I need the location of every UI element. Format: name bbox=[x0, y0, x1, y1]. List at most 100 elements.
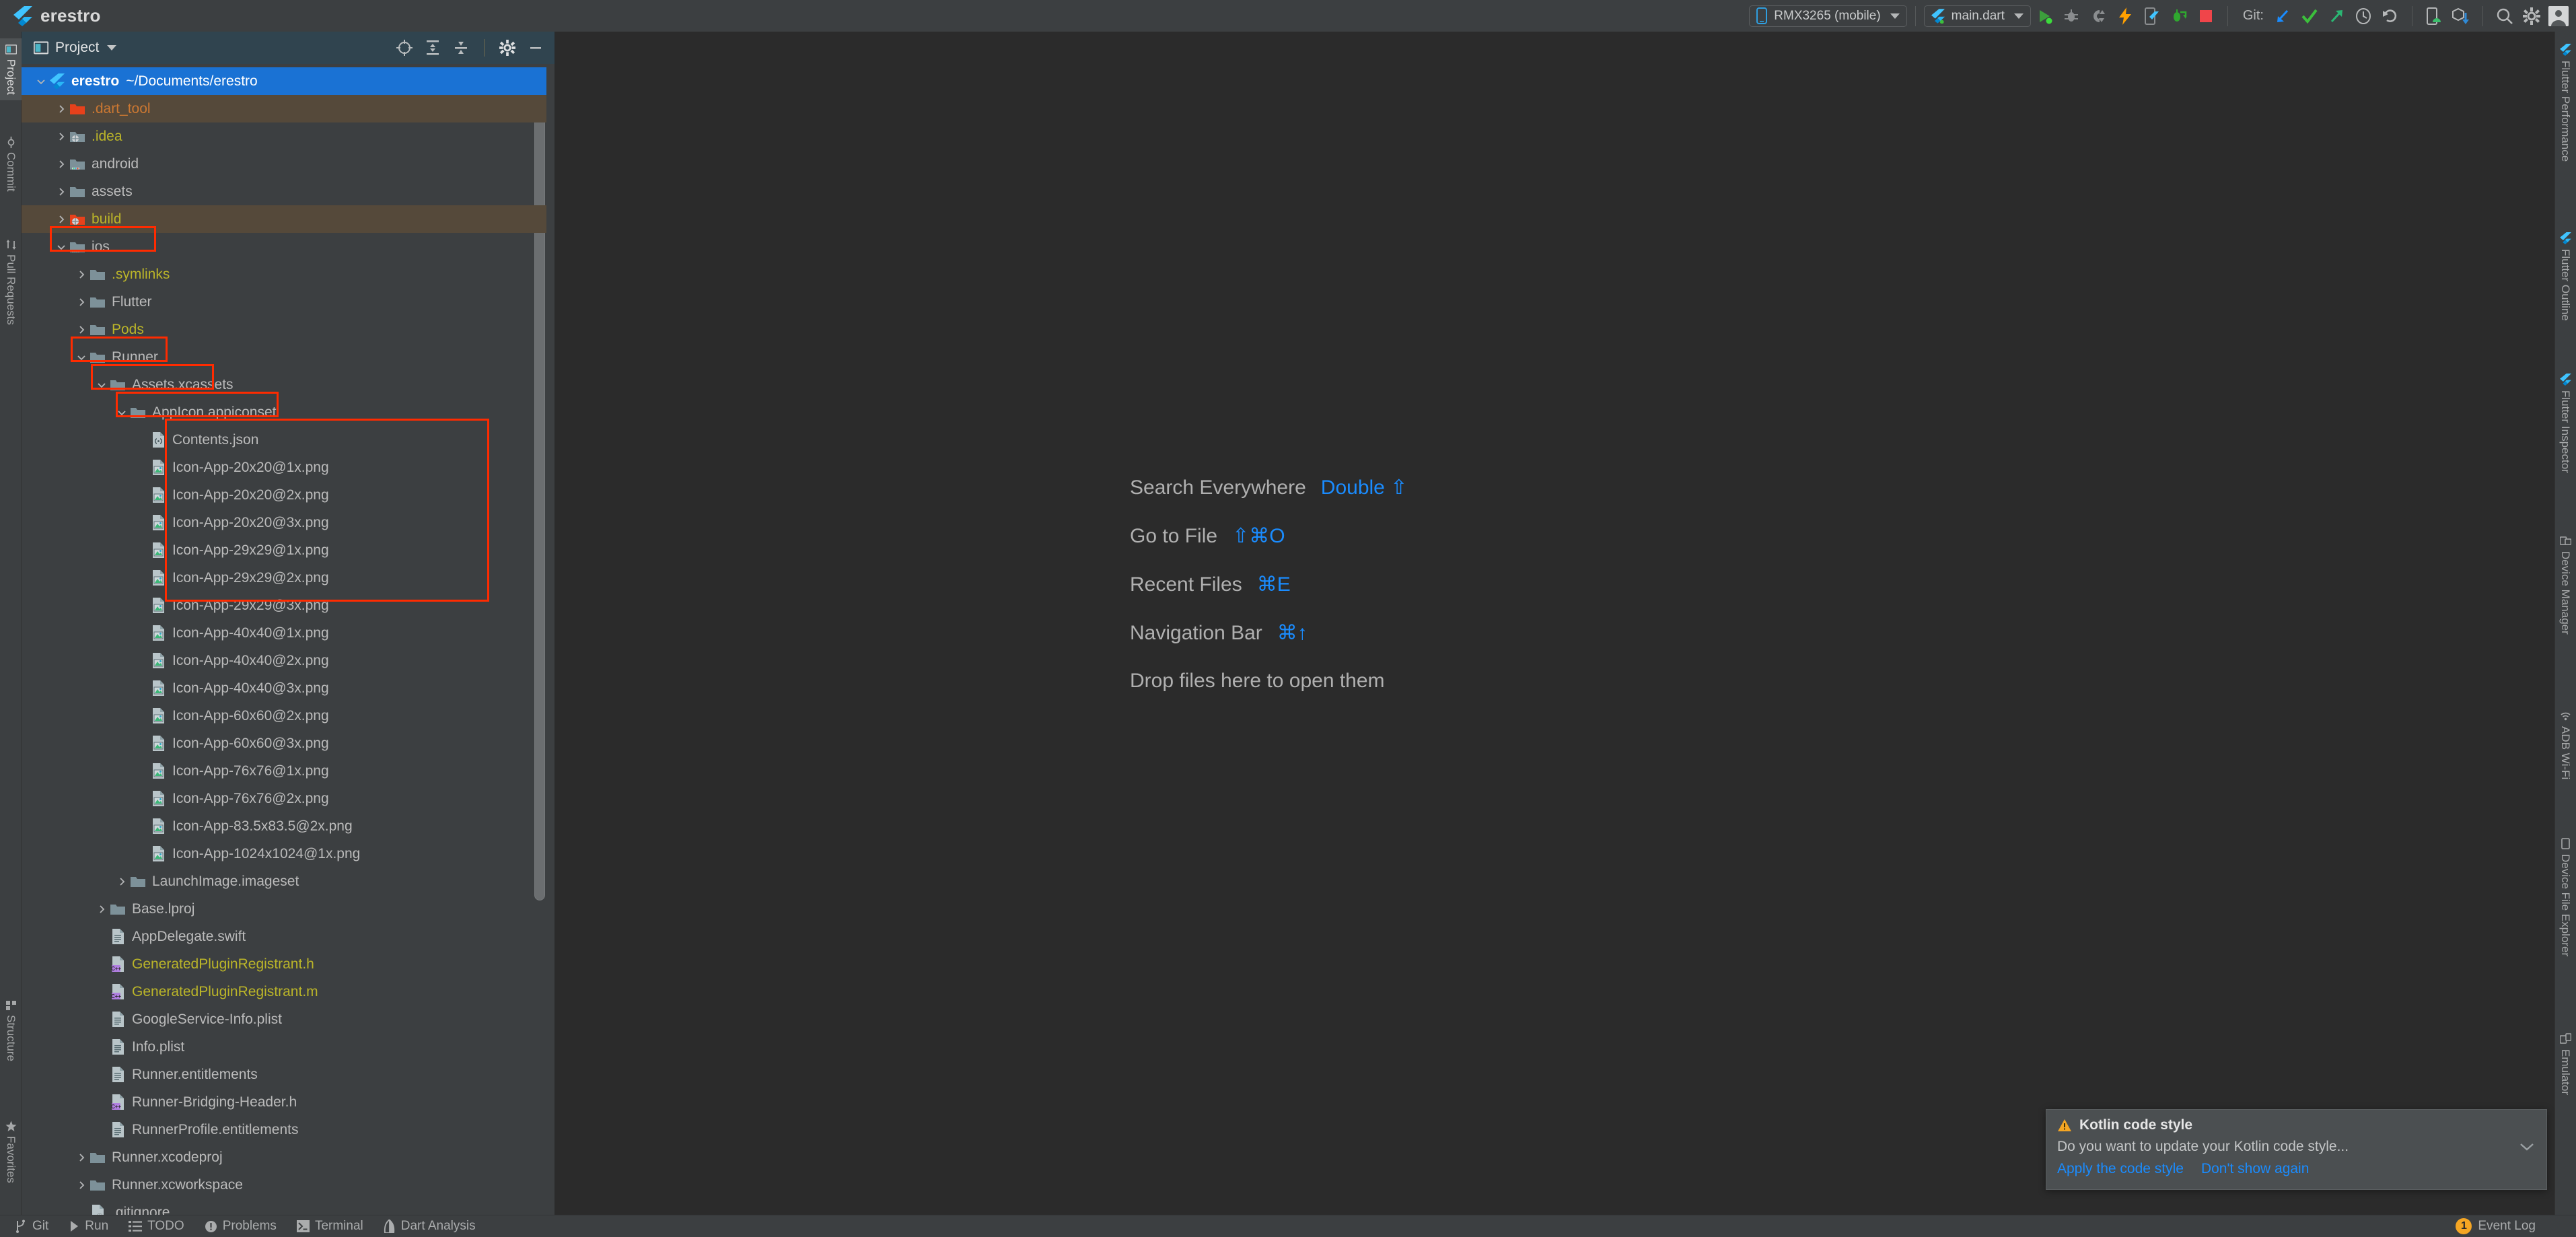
tree-row[interactable]: Runner.entitlements bbox=[22, 1061, 546, 1088]
tree-row[interactable]: Pods bbox=[22, 316, 546, 343]
run-button[interactable] bbox=[2031, 3, 2058, 30]
tree-row[interactable]: .idea bbox=[22, 122, 546, 150]
chevron-right-icon[interactable] bbox=[74, 1180, 89, 1191]
git-commit-button[interactable] bbox=[2296, 3, 2323, 30]
stop-button[interactable] bbox=[2192, 3, 2219, 30]
run-coverage-button[interactable] bbox=[2085, 3, 2112, 30]
status-item-todo[interactable]: TODO bbox=[129, 1219, 184, 1234]
debug-button[interactable] bbox=[2058, 3, 2085, 30]
chevron-right-icon[interactable] bbox=[74, 269, 89, 280]
tree-row[interactable]: Icon-App-20x20@1x.png bbox=[22, 454, 546, 481]
tree-row[interactable]: Icon-App-29x29@1x.png bbox=[22, 536, 546, 564]
chevron-down-icon[interactable] bbox=[54, 242, 69, 252]
tree-row[interactable]: RunnerProfile.entitlements bbox=[22, 1116, 546, 1143]
settings-button[interactable] bbox=[2518, 3, 2545, 30]
tree-row[interactable]: Icon-App-20x20@2x.png bbox=[22, 481, 546, 509]
git-history-button[interactable] bbox=[2350, 3, 2377, 30]
tree-row[interactable]: Flutter bbox=[22, 288, 546, 316]
tree-row[interactable]: Icon-App-1024x1024@1x.png bbox=[22, 840, 546, 868]
sidebar-item-pull-requests[interactable]: Pull Requests bbox=[0, 234, 22, 330]
hide-panel-button[interactable] bbox=[526, 38, 545, 57]
status-item-dart-analysis[interactable]: Dart Analysis bbox=[384, 1219, 476, 1234]
tree-row[interactable]: Icon-App-29x29@2x.png bbox=[22, 564, 546, 592]
chevron-down-icon[interactable] bbox=[34, 76, 48, 87]
device-selector[interactable]: RMX3265 (mobile) bbox=[1749, 5, 1907, 27]
tree-row[interactable]: Icon-App-40x40@2x.png bbox=[22, 647, 546, 674]
status-item-problems[interactable]: Problems bbox=[205, 1219, 277, 1234]
tree-row[interactable]: GoogleService-Info.plist bbox=[22, 1005, 546, 1033]
chevron-right-icon[interactable] bbox=[54, 131, 69, 142]
account-button[interactable] bbox=[2545, 3, 2572, 30]
git-update-button[interactable] bbox=[2269, 3, 2296, 30]
right-sidebar-item-device-manager[interactable]: Device Manager bbox=[2554, 530, 2576, 640]
tree-row[interactable]: AppDelegate.swift bbox=[22, 923, 546, 950]
collapse-all-button[interactable] bbox=[452, 38, 470, 57]
sdk-download-button[interactable] bbox=[2447, 3, 2474, 30]
right-sidebar-item-device-file-explorer[interactable]: Device File Explorer bbox=[2554, 833, 2576, 962]
status-item-terminal[interactable]: Terminal bbox=[296, 1219, 363, 1234]
chevron-right-icon[interactable] bbox=[74, 297, 89, 308]
event-log-label[interactable]: Event Log bbox=[2478, 1219, 2536, 1234]
tree-row[interactable]: Icon-App-83.5x83.5@2x.png bbox=[22, 812, 546, 840]
tree-row[interactable]: Runner.xcodeproj bbox=[22, 1143, 546, 1171]
profile-button[interactable] bbox=[2166, 3, 2192, 30]
tree-row[interactable]: C++ Runner-Bridging-Header.h bbox=[22, 1088, 546, 1116]
tree-row[interactable]: Icon-App-76x76@2x.png bbox=[22, 785, 546, 812]
tree-row[interactable]: ios bbox=[22, 233, 546, 260]
tree-row[interactable]: assets bbox=[22, 178, 546, 205]
tree-row[interactable]: Info.plist bbox=[22, 1033, 546, 1061]
chevron-down-icon[interactable] bbox=[94, 380, 109, 390]
chevron-right-icon[interactable] bbox=[74, 1152, 89, 1163]
git-push-button[interactable] bbox=[2323, 3, 2350, 30]
chevron-right-icon[interactable] bbox=[54, 159, 69, 170]
tree-row[interactable]: Icon-App-20x20@3x.png bbox=[22, 509, 546, 536]
tree-row[interactable]: Runner bbox=[22, 343, 546, 371]
device-manager-button[interactable] bbox=[2421, 3, 2447, 30]
tree-row[interactable]: .symlinks bbox=[22, 260, 546, 288]
project-file-tree[interactable]: erestro ~/Documents/erestro .dart_tool .id… bbox=[22, 64, 554, 1215]
tree-row[interactable]: Assets.xcassets bbox=[22, 371, 546, 398]
chevron-right-icon[interactable] bbox=[74, 324, 89, 335]
sidebar-item-structure[interactable]: Structure bbox=[0, 994, 22, 1067]
search-everywhere-button[interactable] bbox=[2491, 3, 2518, 30]
tree-row[interactable]: AppIcon.appiconset bbox=[22, 398, 546, 426]
chevron-down-icon[interactable] bbox=[2518, 1141, 2536, 1152]
apply-code-style-link[interactable]: Apply the code style bbox=[2057, 1161, 2184, 1177]
select-opened-file-button[interactable] bbox=[395, 38, 414, 57]
right-sidebar-item-flutter-inspector[interactable]: Flutter Inspector bbox=[2554, 368, 2576, 479]
git-rollback-button[interactable] bbox=[2377, 3, 2404, 30]
right-sidebar-item-emulator[interactable]: Emulator bbox=[2554, 1028, 2576, 1100]
tree-row[interactable]: Icon-App-76x76@1x.png bbox=[22, 757, 546, 785]
notification-balloon[interactable]: Kotlin code style Do you want to update … bbox=[2046, 1109, 2547, 1190]
right-sidebar-item-adb-wi-fi[interactable]: ADB Wi-Fi bbox=[2554, 705, 2576, 785]
chevron-right-icon[interactable] bbox=[54, 214, 69, 225]
tree-row[interactable]: Runner.xcworkspace bbox=[22, 1171, 546, 1199]
tree-row[interactable]: Icon-App-40x40@1x.png bbox=[22, 619, 546, 647]
right-sidebar-item-flutter-performance[interactable]: Flutter Performance bbox=[2554, 38, 2576, 167]
chevron-down-icon[interactable] bbox=[74, 352, 89, 363]
panel-settings-button[interactable] bbox=[498, 38, 517, 57]
status-item-git[interactable]: Git bbox=[15, 1219, 48, 1234]
tree-row[interactable]: C++ GeneratedPluginRegistrant.m bbox=[22, 978, 546, 1005]
tree-row[interactable]: LaunchImage.imageset bbox=[22, 868, 546, 895]
sidebar-item-project[interactable]: Project bbox=[0, 38, 22, 100]
sidebar-item-commit[interactable]: Commit bbox=[0, 131, 22, 197]
tree-row[interactable]: android bbox=[22, 150, 546, 178]
right-sidebar-item-flutter-outline[interactable]: Flutter Outline bbox=[2554, 227, 2576, 326]
chevron-right-icon[interactable] bbox=[114, 876, 129, 887]
status-item-run[interactable]: Run bbox=[69, 1219, 108, 1234]
chevron-right-icon[interactable] bbox=[94, 904, 109, 915]
chevron-right-icon[interactable] bbox=[54, 186, 69, 197]
chevron-down-icon[interactable] bbox=[114, 407, 129, 418]
tree-row[interactable]: .gitignore bbox=[22, 1199, 546, 1215]
tree-row[interactable]: Base.lproj bbox=[22, 895, 546, 923]
tree-row[interactable]: .dart_tool bbox=[22, 95, 546, 122]
sidebar-item-favorites[interactable]: Favorites bbox=[0, 1115, 22, 1189]
tree-row[interactable]: Icon-App-60x60@3x.png bbox=[22, 730, 546, 757]
tree-row[interactable]: build bbox=[22, 205, 546, 233]
dont-show-again-link[interactable]: Don't show again bbox=[2201, 1161, 2309, 1177]
tree-row[interactable]: C++ GeneratedPluginRegistrant.h bbox=[22, 950, 546, 978]
hot-restart-button[interactable] bbox=[2139, 3, 2166, 30]
hot-reload-button[interactable] bbox=[2112, 3, 2139, 30]
run-configuration-selector[interactable]: main.dart bbox=[1923, 5, 2031, 27]
